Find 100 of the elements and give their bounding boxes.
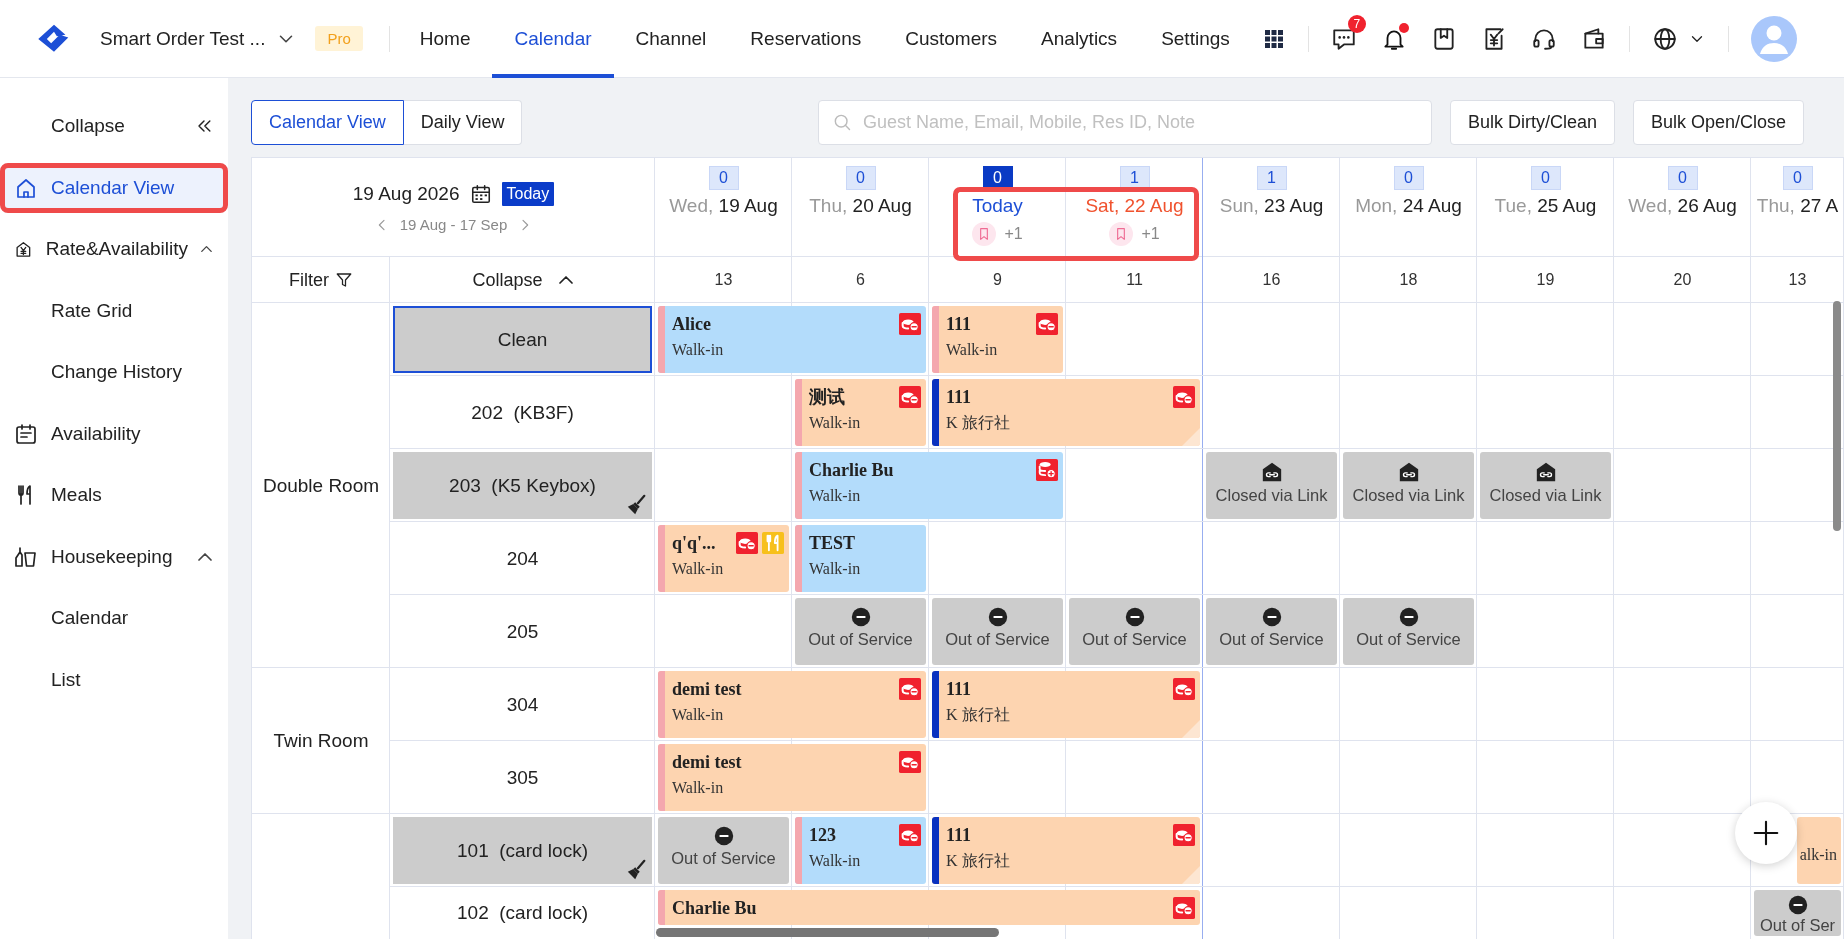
out-of-service-block[interactable]: Out of Service xyxy=(1206,598,1337,665)
room-name[interactable]: 203 (K5 Keybox) xyxy=(393,452,652,519)
booking-source: Walk-in xyxy=(809,413,862,433)
block-label: Out of Service xyxy=(808,630,913,649)
minus-circle-icon xyxy=(1261,607,1282,627)
filter-button[interactable]: Filter xyxy=(283,268,359,292)
sidebar-subitem[interactable]: Calendar xyxy=(0,587,228,649)
minus-circle-icon xyxy=(987,607,1008,627)
booking-bar[interactable]: 111 Walk-in xyxy=(932,306,1063,373)
booking-bar[interactable]: 111 K 旅行社 xyxy=(932,671,1200,738)
date-label: Sun, 23 Aug xyxy=(1219,195,1324,217)
count-badge: 1 xyxy=(1119,166,1150,190)
booking-bar[interactable]: demi test Walk-in xyxy=(658,744,926,811)
collapse-button[interactable]: Collapse xyxy=(466,268,579,292)
out-of-service-block[interactable]: Out of Service xyxy=(932,598,1063,665)
booking-bar[interactable]: q'q'... Walk-in xyxy=(658,525,789,592)
out-of-service-block[interactable]: Out of Service xyxy=(1069,598,1200,665)
search-field[interactable]: Guest Name, Email, Mobile, Res ID, Note xyxy=(817,100,1432,145)
view-tab[interactable]: Daily View xyxy=(403,100,523,145)
booking-bar[interactable]: Alice Walk-in xyxy=(658,306,926,373)
nav-tab[interactable]: Settings xyxy=(1139,0,1252,78)
folded-corner-icon xyxy=(1182,428,1200,446)
nav-tab[interactable]: Channel xyxy=(613,0,729,78)
closed-block[interactable]: Closed via Link xyxy=(1206,452,1337,519)
sidebar-item[interactable]: Calendar View xyxy=(0,162,228,213)
horizontal-scrollbar[interactable] xyxy=(656,928,999,937)
booking-bar[interactable]: 111 K 旅行社 xyxy=(932,379,1200,446)
room-name[interactable]: 304 xyxy=(393,671,652,738)
folded-corner-icon xyxy=(1182,866,1200,884)
room-name[interactable]: 205 xyxy=(393,598,652,665)
guest-name: 111 xyxy=(946,386,971,409)
booking-bar[interactable]: demi test Walk-in xyxy=(658,671,926,738)
sidebar-item[interactable]: Rate&Availability xyxy=(0,218,228,280)
count-badge: 1 xyxy=(1256,166,1287,190)
sidebar-subitem[interactable]: Change History xyxy=(0,341,228,403)
guest-name: TEST xyxy=(809,532,856,555)
out-of-service-block[interactable]: Out of Service xyxy=(1343,598,1474,665)
occupancy-count: 6 xyxy=(855,270,866,290)
view-tab[interactable]: Calendar View xyxy=(251,100,404,145)
coins-icon xyxy=(1036,459,1058,481)
date-label: Sat, 22 Aug xyxy=(1085,195,1184,217)
bulk-button[interactable]: Bulk Dirty/Clean xyxy=(1449,100,1615,145)
booking-bar[interactable]: TEST Walk-in xyxy=(795,525,926,592)
booking-bar[interactable]: alk-in xyxy=(1797,817,1841,884)
plan-badge: Pro xyxy=(315,26,363,51)
booking-bar[interactable]: Charlie Bu xyxy=(658,890,1200,925)
room-name[interactable]: 204 xyxy=(393,525,652,592)
current-date: 19 Aug 2026 xyxy=(352,183,460,205)
closed-block[interactable]: Closed via Link xyxy=(1343,452,1474,519)
nav-tab[interactable]: Customers xyxy=(883,0,1020,78)
booking-source: Walk-in xyxy=(672,778,725,798)
bulk-button[interactable]: Bulk Open/Close xyxy=(1632,100,1804,145)
booking-source: Walk-in xyxy=(809,851,862,871)
booking-source: Walk-in xyxy=(946,340,999,360)
closed-block[interactable]: Closed via Link xyxy=(1480,452,1611,519)
link-house-icon xyxy=(1397,461,1420,483)
room-name[interactable]: 305 xyxy=(393,744,652,811)
booking-bar[interactable]: 111 K 旅行社 xyxy=(932,817,1200,884)
nav-tab[interactable]: Analytics xyxy=(1019,0,1140,78)
minus-circle-icon xyxy=(1787,895,1808,915)
block-label: Out of Ser xyxy=(1759,916,1836,935)
nav-tab[interactable]: Home xyxy=(397,0,493,78)
sidebar-item[interactable]: Meals xyxy=(0,464,228,526)
link-house-icon xyxy=(1534,461,1557,483)
room-name[interactable]: 102 (card lock) xyxy=(393,890,652,936)
coins-icon xyxy=(736,532,758,554)
booking-bar[interactable]: Charlie Bu Walk-in xyxy=(795,452,1063,519)
broom-icon xyxy=(626,859,648,881)
coins-icon xyxy=(899,824,921,846)
room-name[interactable]: Clean xyxy=(393,306,652,373)
out-of-service-block[interactable]: Out of Ser xyxy=(1754,890,1841,936)
block-label: Out of Service xyxy=(945,630,1050,649)
nav-tab[interactable]: Calendar xyxy=(492,0,614,78)
out-of-service-block[interactable]: Out of Service xyxy=(658,817,789,884)
booking-bar[interactable]: 测试 Walk-in xyxy=(795,379,926,446)
booking-source: K 旅行社 xyxy=(946,851,1011,871)
add-button[interactable] xyxy=(1735,802,1797,864)
sidebar-subitem[interactable]: Rate Grid xyxy=(0,280,228,342)
globe-icon[interactable] xyxy=(1651,25,1678,52)
room-name[interactable]: 202 (KB3F) xyxy=(393,379,652,446)
sidebar-item[interactable]: Housekeeping xyxy=(0,526,228,588)
count-badge: 7 xyxy=(1347,14,1366,33)
calendar-icon[interactable] xyxy=(469,183,492,205)
room-name[interactable]: 101 (card lock) xyxy=(393,817,652,884)
vertical-scrollbar[interactable] xyxy=(1833,301,1841,531)
sidebar-subitem[interactable]: List xyxy=(0,649,228,711)
chevron-up-icon xyxy=(558,276,573,284)
note-count: +1 xyxy=(1004,225,1023,243)
today-button[interactable]: Today xyxy=(501,182,555,206)
note-count: +1 xyxy=(1141,225,1160,243)
guest-name: Charlie Bu xyxy=(809,459,894,482)
booking-bar[interactable]: 123 Walk-in xyxy=(795,817,926,884)
out-of-service-block[interactable]: Out of Service xyxy=(795,598,926,665)
guest-name: Alice xyxy=(672,313,711,336)
booking-source: Walk-in xyxy=(672,559,725,579)
nav-tab[interactable]: Reservations xyxy=(728,0,884,78)
count-badge: 0 xyxy=(1530,166,1561,190)
collapse-label: Collapse xyxy=(51,114,125,137)
link-house-icon xyxy=(1260,461,1283,483)
sidebar-item[interactable]: Availability xyxy=(0,403,228,465)
